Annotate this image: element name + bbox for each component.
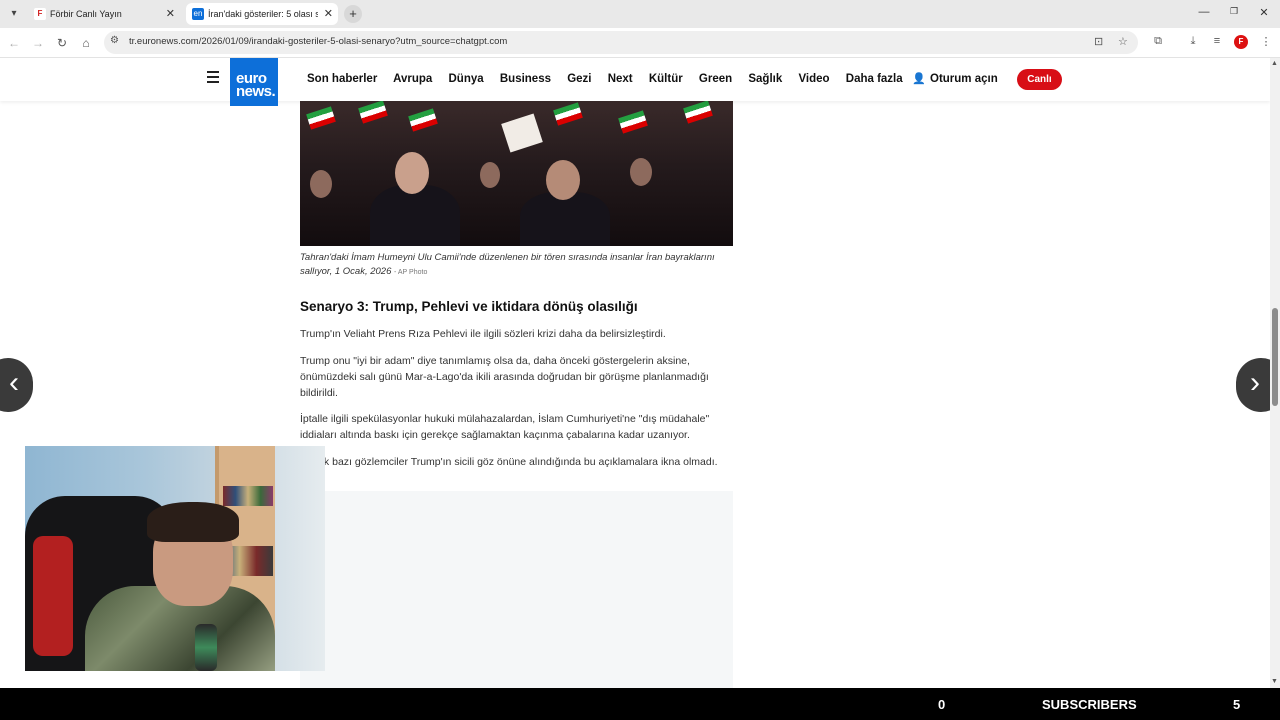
- nav-item-more[interactable]: Daha fazla: [846, 73, 903, 85]
- nav-item[interactable]: Next: [608, 73, 633, 85]
- extensions-icon[interactable]: ⧉: [1150, 35, 1166, 48]
- home-icon[interactable]: ⌂: [78, 35, 94, 51]
- browser-tab-bar: ▾ F Förbir Canlı Yayın ✕ en İran'daki gö…: [0, 0, 1280, 28]
- site-settings-icon[interactable]: ⚙: [110, 35, 119, 46]
- ad-placeholder: [300, 491, 733, 688]
- previous-article-arrow-icon[interactable]: ‹: [0, 358, 33, 412]
- face-shape: [310, 170, 332, 198]
- subscriber-counter-bar: 0 SUBSCRIBERS 5: [0, 688, 1280, 720]
- page-scrollbar[interactable]: ▲ ▼: [1270, 58, 1280, 688]
- person-shape: [520, 192, 610, 246]
- article-paragraph: Trump onu "iyi bir adam" diye tanımlamış…: [300, 355, 709, 399]
- chair-accent-shape: [33, 536, 73, 656]
- media-control-icon[interactable]: ≡: [1209, 35, 1225, 47]
- scroll-up-icon[interactable]: ▲: [1271, 60, 1278, 67]
- profile-avatar-icon[interactable]: F: [1234, 35, 1248, 49]
- forward-icon[interactable]: →: [30, 35, 46, 51]
- next-article-arrow-icon[interactable]: ›: [1236, 358, 1270, 412]
- back-icon[interactable]: ←: [6, 35, 22, 51]
- article-paragraph: Trump'ın Veliaht Prens Rıza Pehlevi ile …: [300, 328, 666, 340]
- browser-tab-active[interactable]: en İran'daki gösteriler: 5 olası sena ✕: [186, 3, 338, 25]
- flag-shape: [553, 102, 583, 126]
- microphone-shape: [195, 624, 217, 671]
- download-icon[interactable]: ⤓: [1185, 35, 1201, 48]
- person-hair-shape: [147, 502, 239, 542]
- face-shape: [630, 158, 652, 186]
- face-shape: [546, 160, 580, 200]
- tab-search-dropdown-icon[interactable]: ▾: [6, 6, 22, 22]
- books-shape: [223, 486, 273, 506]
- nav-item[interactable]: Business: [500, 73, 551, 85]
- new-tab-button[interactable]: +: [344, 5, 362, 23]
- user-icon: 👤: [912, 73, 926, 85]
- article-paragraph: İptalle ilgili spekülasyonlar hukuki mül…: [300, 413, 710, 441]
- tab-close-icon[interactable]: ✕: [324, 3, 333, 25]
- window-close-icon[interactable]: ✕: [1254, 6, 1274, 19]
- site-header: Son haberler Avrupa Dünya Business Gezi …: [0, 58, 1270, 101]
- subscribers-label: SUBSCRIBERS: [1042, 697, 1137, 712]
- nav-item[interactable]: Dünya: [449, 73, 484, 85]
- nav-item[interactable]: Son haberler: [307, 73, 377, 85]
- url-text[interactable]: tr.euronews.com/2026/01/09/irandaki-gost…: [129, 36, 507, 47]
- nav-item[interactable]: Gezi: [567, 73, 591, 85]
- address-bar[interactable]: ⚙ tr.euronews.com/2026/01/09/irandaki-go…: [104, 31, 1138, 54]
- webcam-overlay: [25, 446, 325, 671]
- photo-caption: Tahran'daki İmam Humeyni Ulu Camii'nde d…: [300, 251, 740, 280]
- tab-favicon-icon: en: [192, 8, 204, 20]
- caption-text: Tahran'daki İmam Humeyni Ulu Camii'nde d…: [300, 252, 715, 277]
- counter-right-value: 5: [1233, 697, 1241, 712]
- counter-left-value: 0: [938, 697, 946, 712]
- flag-shape: [306, 106, 336, 130]
- person-shape: [370, 185, 460, 246]
- bookmark-star-icon[interactable]: ☆: [1118, 35, 1128, 48]
- main-nav: Son haberler Avrupa Dünya Business Gezi …: [307, 73, 916, 85]
- nav-item[interactable]: Sağlık: [748, 73, 782, 85]
- nav-item[interactable]: Green: [699, 73, 732, 85]
- nav-item[interactable]: Video: [798, 73, 829, 85]
- nav-item[interactable]: Avrupa: [393, 73, 432, 85]
- tab-title: İran'daki gösteriler: 5 olası sena: [208, 9, 318, 19]
- scroll-down-icon[interactable]: ▼: [1271, 678, 1278, 685]
- minimize-icon[interactable]: —: [1194, 6, 1214, 18]
- face-shape: [395, 152, 429, 194]
- nav-item[interactable]: Kültür: [649, 73, 683, 85]
- install-app-icon[interactable]: ⊡: [1094, 35, 1103, 48]
- face-shape: [480, 162, 500, 188]
- section-heading: Senaryo 3: Trump, Pehlevi ve iktidara dö…: [300, 299, 638, 314]
- flag-shape: [618, 110, 648, 134]
- login-button[interactable]: 👤 Oturum açın: [912, 72, 998, 85]
- browser-tab[interactable]: F Förbir Canlı Yayın ✕: [28, 3, 180, 25]
- restore-icon[interactable]: ❐: [1224, 6, 1244, 17]
- tab-close-icon[interactable]: ✕: [166, 3, 175, 25]
- poster-shape: [501, 113, 543, 153]
- euronews-logo[interactable]: euro news.: [230, 58, 278, 106]
- tab-title: Förbir Canlı Yayın: [50, 9, 122, 19]
- hamburger-menu-icon[interactable]: [207, 71, 219, 86]
- reload-icon[interactable]: ↻: [54, 35, 70, 51]
- browser-toolbar: ← → ↻ ⌂ ⚙ tr.euronews.com/2026/01/09/ira…: [0, 28, 1280, 58]
- menu-kebab-icon[interactable]: ⋮: [1258, 35, 1274, 48]
- flag-shape: [683, 100, 713, 124]
- article-paragraph: Ancak bazı gözlemciler Trump'ın sicili g…: [300, 456, 718, 468]
- flag-shape: [408, 108, 438, 132]
- logo-text: news.: [236, 83, 276, 100]
- photo-credit: - AP Photo: [394, 269, 428, 276]
- flag-shape: [358, 100, 388, 124]
- article-photo: [300, 100, 733, 246]
- login-label: Oturum açın: [930, 73, 998, 85]
- live-button[interactable]: Canlı: [1017, 69, 1062, 90]
- tab-favicon-icon: F: [34, 8, 46, 20]
- scrollbar-thumb[interactable]: [1272, 308, 1278, 406]
